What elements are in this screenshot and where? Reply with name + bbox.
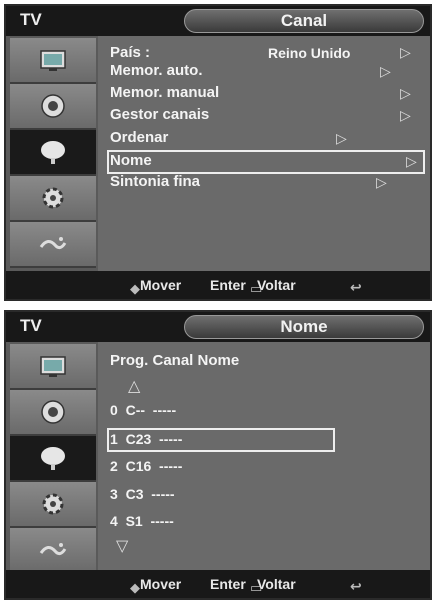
- arrow-right-icon: ▷: [380, 63, 391, 79]
- sidebar-item-sound[interactable]: [10, 390, 96, 436]
- channel-icon: [41, 447, 65, 470]
- sidebar: [6, 342, 98, 574]
- footer-back: Voltar: [257, 277, 296, 293]
- move-icon: ◆: [130, 281, 140, 296]
- footer-enter: Enter: [210, 576, 246, 592]
- scroll-down-icon[interactable]: ▽: [116, 536, 128, 556]
- table-row[interactable]: 3 C3 -----: [110, 486, 175, 502]
- sound-icon: [41, 400, 65, 424]
- picture-icon: [40, 50, 66, 71]
- footer-move: Mover: [140, 576, 182, 592]
- name-screen: TV Nome Prog. Canal Nome △ 0 C-- ----- 1…: [4, 310, 432, 600]
- footer: ◆ Mover Enter ▭ Voltar ↩: [6, 271, 430, 299]
- selection-highlight: [107, 150, 425, 174]
- menu-item-manual-store[interactable]: Memor. manual: [110, 84, 219, 101]
- country-value: Reino Unido: [268, 45, 351, 61]
- scroll-up-icon[interactable]: △: [128, 376, 140, 396]
- sidebar: [6, 36, 98, 271]
- table-row[interactable]: 2 C16 -----: [110, 458, 182, 474]
- sidebar-item-setup[interactable]: [10, 482, 96, 528]
- menu-title: Nome: [184, 315, 424, 339]
- sidebar-item-channel[interactable]: [10, 436, 96, 482]
- arrow-right-icon: ▷: [406, 153, 417, 169]
- return-icon: ↩: [350, 578, 362, 594]
- return-icon: ↩: [350, 279, 362, 295]
- menu-item-channel-manager[interactable]: Gestor canais: [110, 106, 209, 123]
- header: TV Nome: [6, 312, 430, 342]
- sidebar-item-setup[interactable]: [10, 176, 96, 222]
- input-icon: [39, 543, 67, 556]
- setup-icon: [42, 493, 64, 515]
- footer-move: Mover: [140, 277, 182, 293]
- picture-icon: [40, 356, 66, 377]
- menu-item-auto-store[interactable]: Memor. auto.: [110, 62, 203, 79]
- menu-content: País : Reino Unido ▷ Memor. auto. ▷ Memo…: [98, 36, 430, 271]
- arrow-right-icon: ▷: [400, 85, 411, 101]
- tv-label: TV: [20, 316, 42, 335]
- menu-item-name[interactable]: Nome: [110, 152, 152, 169]
- header: TV Canal: [6, 6, 430, 36]
- move-icon: ◆: [130, 580, 140, 595]
- sound-icon: [41, 94, 65, 118]
- footer-back: Voltar: [257, 576, 296, 592]
- name-list-content: Prog. Canal Nome △ 0 C-- ----- 1 C23 ---…: [98, 342, 430, 570]
- menu-item-sort[interactable]: Ordenar: [110, 129, 168, 146]
- menu-title: Canal: [184, 9, 424, 33]
- tv-label: TV: [20, 10, 42, 29]
- channel-menu-screen: TV Canal País: Reino Unido ▷ Memor. aut…: [4, 4, 432, 301]
- arrow-right-icon: ▷: [400, 107, 411, 123]
- input-icon: [39, 237, 67, 250]
- table-row[interactable]: 1 C23 -----: [110, 431, 182, 447]
- table-row[interactable]: 4 S1 -----: [110, 513, 174, 529]
- arrow-right-icon: ▷: [400, 44, 411, 60]
- table-row[interactable]: 0 C-- -----: [110, 402, 176, 418]
- column-headers: Prog. Canal Nome: [110, 352, 240, 369]
- sidebar-item-input[interactable]: [10, 222, 96, 268]
- menu-item-country[interactable]: País :: [110, 44, 150, 61]
- setup-icon: [42, 187, 64, 209]
- sidebar-item-picture[interactable]: [10, 38, 96, 84]
- sidebar-item-sound[interactable]: [10, 84, 96, 130]
- arrow-right-icon: ▷: [376, 174, 387, 190]
- footer: ◆ Mover Enter ▭ Voltar ↩: [6, 570, 430, 598]
- arrow-right-icon: ▷: [336, 130, 347, 146]
- footer-enter: Enter: [210, 277, 246, 293]
- sidebar-item-picture[interactable]: [10, 344, 96, 390]
- sidebar-item-input[interactable]: [10, 528, 96, 574]
- sidebar-item-channel[interactable]: [10, 130, 96, 176]
- channel-icon: [41, 141, 65, 164]
- menu-item-fine-tune[interactable]: Sintonia fina: [110, 173, 200, 190]
